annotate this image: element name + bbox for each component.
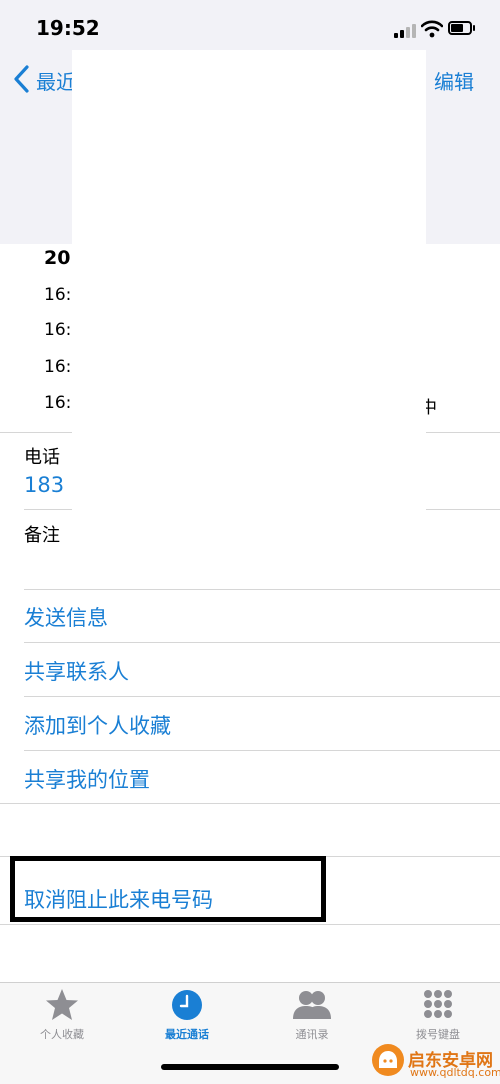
edit-button[interactable]: 编辑: [434, 66, 474, 95]
divider: [24, 750, 500, 751]
back-button[interactable]: 最近: [36, 66, 76, 95]
wifi-icon: [421, 20, 443, 38]
divider: [24, 642, 500, 643]
tab-label: 最近通话: [165, 1028, 209, 1041]
status-time: 19:52: [36, 16, 100, 40]
cellular-signal-icon: [394, 24, 416, 38]
redaction-block: [72, 50, 426, 512]
notes-label[interactable]: 备注: [24, 521, 60, 547]
watermark-logo-icon: [372, 1044, 404, 1076]
tab-label: 拨号键盘: [416, 1028, 460, 1041]
share-location-button[interactable]: 共享我的位置: [24, 764, 150, 794]
home-indicator: [161, 1064, 339, 1070]
phone-number[interactable]: 183: [24, 473, 64, 497]
tab-label: 通讯录: [295, 1028, 329, 1041]
add-to-favorites-button[interactable]: 添加到个人收藏: [24, 710, 171, 740]
phone-label: 电话: [24, 447, 60, 468]
tab-favorites[interactable]: 个人收藏: [17, 986, 107, 1044]
battery-icon: [448, 21, 476, 37]
star-icon: [46, 989, 78, 1020]
unblock-caller-button[interactable]: 取消阻止此来电号码: [24, 884, 213, 914]
tab-contacts[interactable]: 通讯录: [267, 986, 357, 1044]
tab-recents[interactable]: 最近通话: [142, 986, 232, 1044]
share-contact-button[interactable]: 共享联系人: [24, 656, 129, 686]
divider: [0, 924, 500, 925]
divider: [24, 696, 500, 697]
send-message-button[interactable]: 发送信息: [24, 602, 108, 632]
tab-keypad[interactable]: 拨号键盘: [393, 986, 483, 1044]
clock-icon: [172, 990, 202, 1020]
divider: [24, 589, 500, 590]
contacts-icon: [293, 991, 331, 1019]
tab-label: 个人收藏: [40, 1028, 84, 1041]
divider: [0, 803, 500, 804]
watermark-url: www.qdltdq.com: [410, 1066, 500, 1079]
chevron-left-icon[interactable]: [12, 64, 32, 94]
keypad-icon: [424, 990, 452, 1018]
